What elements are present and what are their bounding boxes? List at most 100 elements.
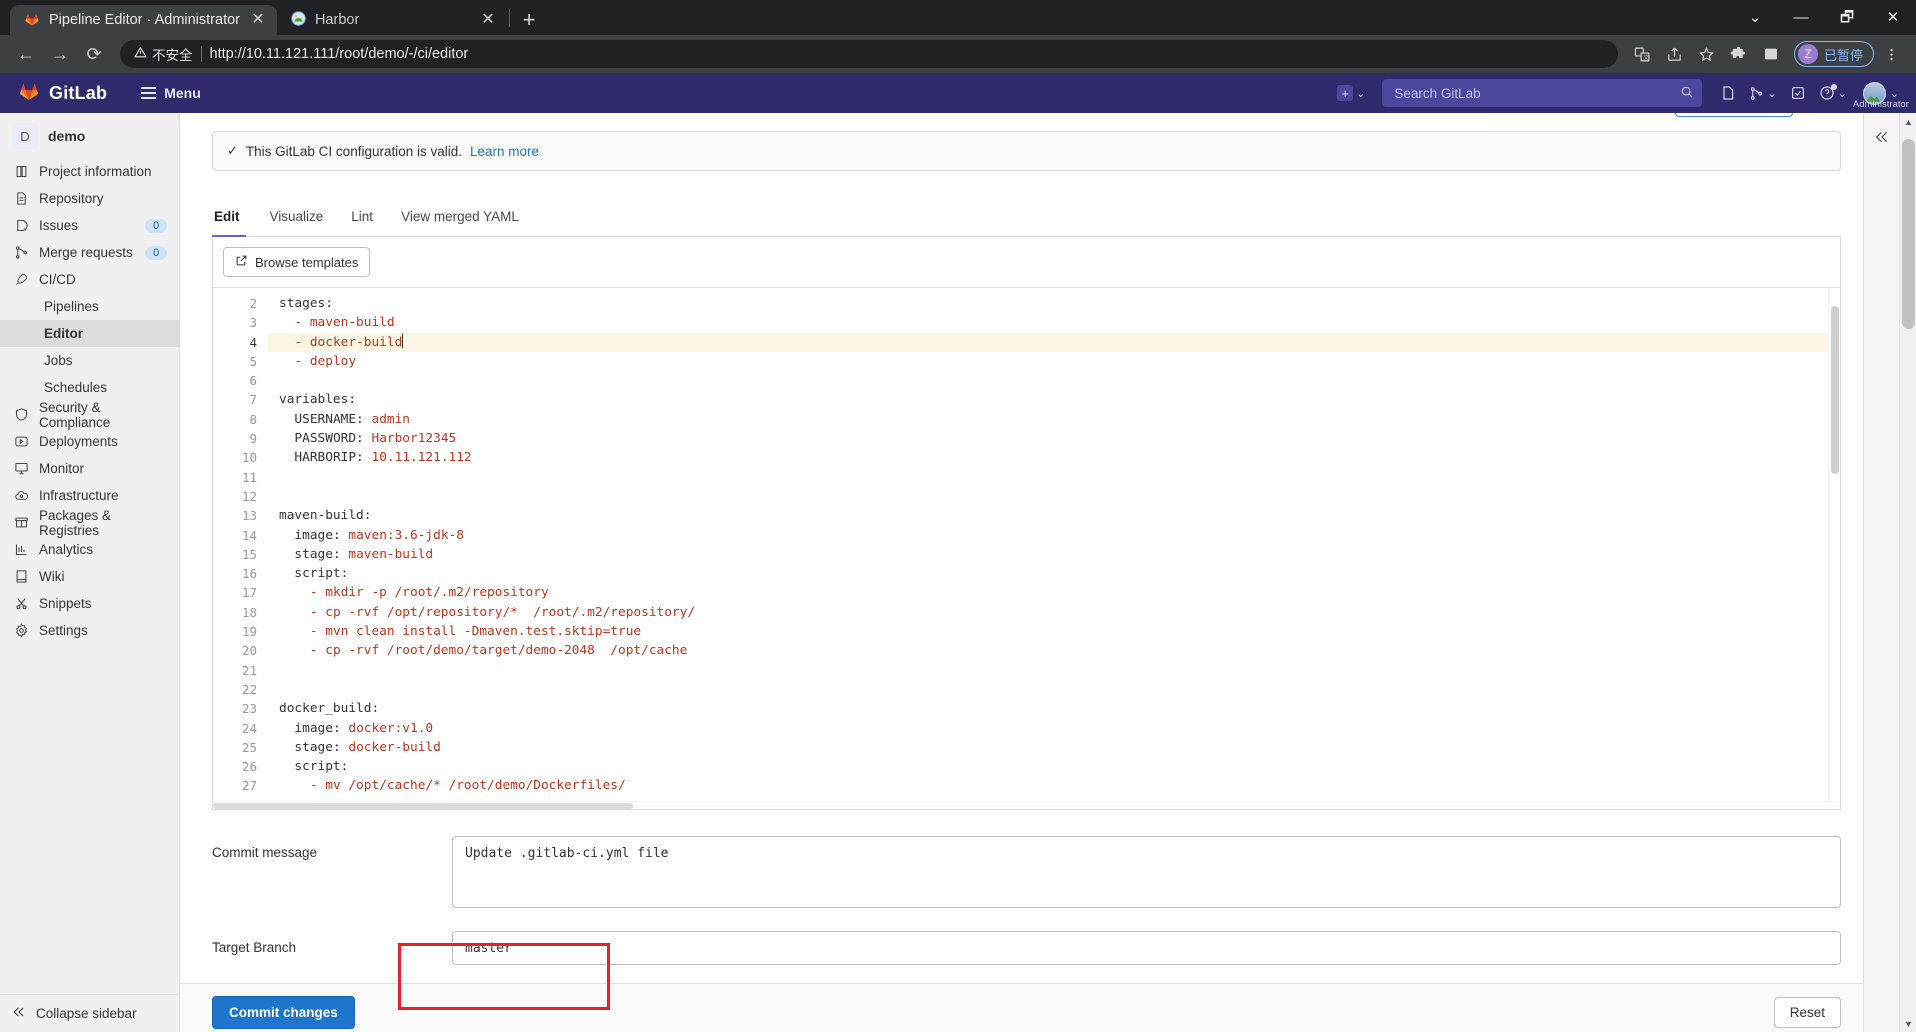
todos-icon[interactable] — [1784, 79, 1812, 107]
sidebar-item-cicd[interactable]: CI/CD — [0, 266, 179, 293]
scrollbar-thumb[interactable] — [213, 803, 633, 809]
address-bar[interactable]: 不安全 http://10.11.121.111/root/demo/-/ci/… — [120, 40, 1618, 68]
editor-vertical-scrollbar[interactable] — [1828, 288, 1840, 801]
reload-icon[interactable]: ⟳ — [78, 39, 110, 69]
code-line[interactable]: USERNAME: admin — [267, 410, 1840, 429]
merge-requests-icon[interactable]: ⌄ — [1744, 79, 1781, 107]
sidebar-item-settings[interactable]: Settings — [0, 617, 179, 644]
share-icon[interactable] — [1660, 39, 1690, 69]
window-minimize-icon[interactable]: — — [1778, 0, 1824, 35]
code-line[interactable]: stage: maven-build — [267, 545, 1840, 564]
code-line[interactable] — [267, 661, 1840, 680]
browser-tab-pipeline-editor[interactable]: Pipeline Editor · Administrator ✕ — [10, 5, 277, 35]
code-line[interactable] — [267, 680, 1840, 699]
sidebar-item-issues[interactable]: Issues 0 — [0, 212, 179, 239]
code-line[interactable]: script: — [267, 564, 1840, 583]
commit-message-input[interactable] — [452, 836, 1841, 908]
kebab-menu-icon[interactable] — [1876, 39, 1906, 69]
editor-horizontal-scrollbar[interactable] — [213, 801, 1840, 809]
sidebar-item-packages-registries[interactable]: Packages & Registries — [0, 508, 179, 538]
code-line[interactable]: - mv /opt/cache/* /root/demo/Dockerfiles… — [267, 776, 1840, 795]
code-line[interactable]: - cp -rvf /root/demo/target/demo-2048 /o… — [267, 641, 1840, 660]
tab-view-merged-yaml[interactable]: View merged YAML — [387, 199, 533, 236]
code-line[interactable]: variables: — [267, 390, 1840, 409]
code-line[interactable]: stages: — [267, 294, 1840, 313]
create-new-button[interactable]: + ⌄ — [1332, 79, 1370, 107]
sidebar-item-monitor[interactable]: Monitor — [0, 455, 179, 482]
back-icon[interactable]: ← — [10, 39, 42, 69]
collapse-sidebar-button[interactable]: Collapse sidebar — [0, 994, 179, 1032]
sidebar-item-infrastructure[interactable]: Infrastructure — [0, 482, 179, 509]
scroll-down-arrow[interactable]: ▼ — [1900, 1015, 1916, 1032]
learn-more-link[interactable]: Learn more — [470, 144, 539, 159]
user-menu-button[interactable]: ⌄ Administrator — [1853, 79, 1909, 110]
profile-button[interactable]: Z 已暂停 — [1793, 41, 1874, 67]
star-icon[interactable] — [1692, 39, 1722, 69]
site-security-indicator[interactable]: 不安全 — [134, 44, 193, 64]
tab-visualize[interactable]: Visualize — [256, 199, 338, 236]
sidebar-item-jobs[interactable]: Jobs — [0, 347, 179, 374]
code-line[interactable]: HARBORIP: 10.11.121.112 — [267, 448, 1840, 467]
sidepanel-icon[interactable] — [1756, 39, 1786, 69]
window-close-icon[interactable]: ✕ — [1870, 0, 1916, 35]
code-line[interactable]: - mkdir -p /root/.m2/repository — [267, 583, 1840, 602]
scrollbar-thumb[interactable] — [1902, 139, 1915, 329]
main-menu-button[interactable]: Menu — [135, 85, 207, 101]
browse-templates-button[interactable]: Browse templates — [223, 247, 371, 277]
code-line[interactable]: - deploy — [267, 352, 1840, 371]
window-maximize-icon[interactable]: 🗗 — [1824, 0, 1870, 35]
issues-icon[interactable] — [1714, 79, 1742, 107]
code-line[interactable]: maven-build: — [267, 506, 1840, 525]
translate-icon[interactable]: 文 — [1628, 39, 1658, 69]
close-icon[interactable]: ✕ — [249, 12, 267, 28]
sidebar-item-pipelines[interactable]: Pipelines — [0, 293, 179, 320]
code-line[interactable]: script: — [267, 757, 1840, 776]
hamburger-icon — [141, 87, 157, 99]
sidebar-item-editor[interactable]: Editor — [0, 320, 179, 347]
commit-changes-button[interactable]: Commit changes — [212, 996, 355, 1029]
tab-lint[interactable]: Lint — [337, 199, 387, 236]
partially-visible-button[interactable] — [1675, 113, 1793, 117]
extensions-icon[interactable] — [1724, 39, 1754, 69]
forward-icon[interactable]: → — [44, 39, 76, 69]
browser-tab-harbor[interactable]: Harbor ✕ — [277, 5, 507, 35]
reset-button[interactable]: Reset — [1773, 997, 1841, 1028]
code-line[interactable]: stage: docker-build — [267, 738, 1840, 757]
editor-code-content[interactable]: stages: - maven-build - docker-build - d… — [267, 288, 1840, 801]
code-line[interactable]: image: maven:3.6-jdk-8 — [267, 526, 1840, 545]
help-icon[interactable]: ⌄ — [1814, 79, 1852, 107]
page-scrollbar[interactable]: ▲ ▼ — [1899, 113, 1916, 1032]
sidebar-item-merge-requests[interactable]: Merge requests 0 — [0, 239, 179, 266]
code-line[interactable]: - maven-build — [267, 313, 1840, 332]
search-input[interactable]: Search GitLab — [1382, 79, 1703, 107]
collapse-right-rail-button[interactable] — [1874, 129, 1890, 1032]
gitlab-home-link[interactable]: GitLab — [12, 80, 113, 107]
sidebar-item-analytics[interactable]: Analytics — [0, 536, 179, 563]
new-tab-button[interactable]: + — [512, 5, 546, 35]
code-line[interactable] — [267, 371, 1840, 390]
merge-icon — [13, 245, 29, 260]
code-line[interactable]: PASSWORD: Harbor12345 — [267, 429, 1840, 448]
sidebar-item-schedules[interactable]: Schedules — [0, 374, 179, 401]
code-line[interactable]: docker_build: — [267, 699, 1840, 718]
code-line[interactable]: - docker-build — [267, 332, 1840, 352]
sidebar-project-header[interactable]: D demo — [0, 113, 179, 158]
window-more-icon[interactable]: ⌄ — [1732, 0, 1778, 35]
sidebar-item-repository[interactable]: Repository — [0, 185, 179, 212]
code-line[interactable]: - mvn clean install -Dmaven.test.sktip=t… — [267, 622, 1840, 641]
sidebar-item-security-compliance[interactable]: Security & Compliance — [0, 400, 179, 430]
scrollbar-thumb[interactable] — [1831, 306, 1839, 474]
code-line[interactable]: - cp -rvf /opt/repository/* /root/.m2/re… — [267, 603, 1840, 622]
target-branch-input[interactable] — [452, 931, 1841, 965]
tab-edit[interactable]: Edit — [212, 199, 256, 237]
sidebar-item-project-information[interactable]: Project information — [0, 158, 179, 185]
sidebar-item-wiki[interactable]: Wiki — [0, 563, 179, 590]
sidebar-item-snippets[interactable]: Snippets — [0, 590, 179, 617]
code-line[interactable] — [267, 468, 1840, 487]
code-editor[interactable]: 2 3 4 5 6 7 8 9 10 11 12 13 14 15 16 17 18 19 20 21 22 23 24 25… — [213, 288, 1840, 801]
close-icon[interactable]: ✕ — [479, 12, 497, 28]
sidebar-item-deployments[interactable]: Deployments — [0, 428, 179, 455]
scroll-up-arrow[interactable]: ▲ — [1900, 113, 1916, 130]
code-line[interactable] — [267, 487, 1840, 506]
code-line[interactable]: image: docker:v1.0 — [267, 719, 1840, 738]
